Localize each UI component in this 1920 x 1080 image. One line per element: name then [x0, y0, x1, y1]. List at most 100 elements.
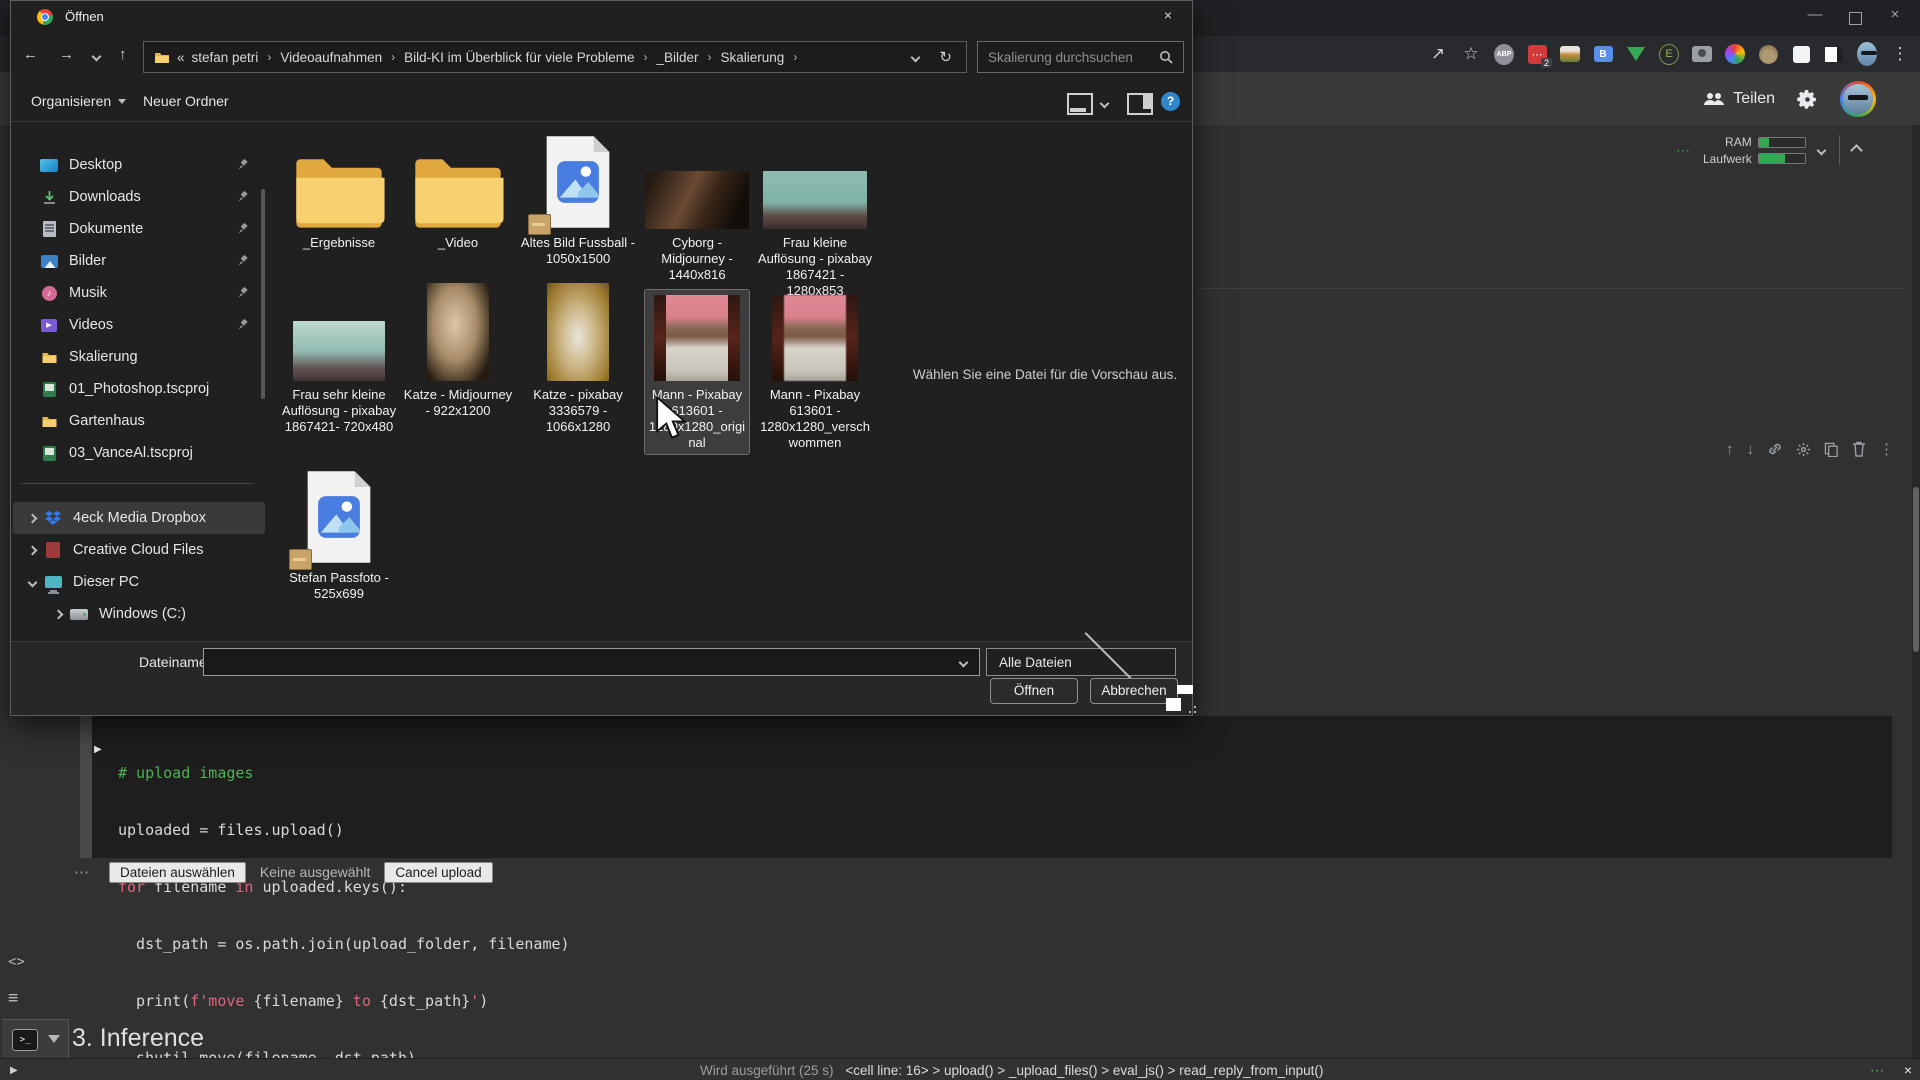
breadcrumb-segment[interactable]: Bild-KI im Überblick für viele Probleme: [404, 50, 634, 65]
page-scrollbar[interactable]: [1912, 125, 1920, 1058]
minimize-button[interactable]: —: [1800, 6, 1830, 23]
file-tile[interactable]: Frau sehr kleine Auflösung - pixabay 186…: [279, 289, 399, 435]
collapse-section-icon[interactable]: [48, 1034, 60, 1043]
resource-monitor[interactable]: ⋯ RAM Laufwerk: [1676, 128, 1906, 172]
settings-gear-icon[interactable]: [1797, 89, 1818, 110]
code-cell[interactable]: ▶ # upload images uploaded = files.uploa…: [80, 716, 1892, 1067]
file-tile[interactable]: _Video: [398, 133, 518, 251]
search-box[interactable]: Skalierung durchsuchen: [977, 41, 1184, 73]
e-extension-icon[interactable]: E: [1659, 43, 1679, 65]
address-bar[interactable]: « stefan petri › Videoaufnahmen › Bild-KI …: [143, 41, 967, 73]
collapse-header-icon[interactable]: [1849, 143, 1863, 157]
recent-locations-icon[interactable]: [91, 51, 102, 62]
filename-dropdown-icon[interactable]: [958, 657, 969, 667]
breadcrumb-segment[interactable]: Skalierung: [721, 50, 785, 65]
filename-input[interactable]: [203, 648, 980, 676]
mountain-extension-icon[interactable]: [1560, 44, 1580, 64]
share-button[interactable]: Teilen: [1704, 90, 1775, 108]
preview-pane-icon[interactable]: [1127, 93, 1153, 115]
file-tile[interactable]: _Ergebnisse: [279, 133, 399, 251]
sidebar-item-gartenhaus[interactable]: Gartenhaus: [13, 405, 265, 437]
choose-files-button[interactable]: Dateien auswählen: [109, 861, 246, 883]
file-tile[interactable]: Cyborg - Midjourney - 1440x816: [637, 133, 757, 283]
section-heading[interactable]: 3. Inference: [48, 1024, 204, 1053]
sidebar-item-creative-cloud[interactable]: Creative Cloud Files: [13, 534, 265, 566]
puzzle-extensions-icon[interactable]: [1791, 44, 1811, 64]
code-snippets-icon[interactable]: <>: [8, 954, 25, 970]
sidebar-item-downloads[interactable]: Downloads: [13, 181, 265, 213]
back-button[interactable]: ←: [23, 46, 38, 63]
cancel-button[interactable]: Abbrechen: [1090, 678, 1178, 704]
cell-settings-gear-icon[interactable]: [1796, 442, 1811, 457]
browser-menu-icon[interactable]: ⋮: [1890, 44, 1910, 64]
up-button[interactable]: ↑: [119, 46, 127, 63]
share-icon[interactable]: ↗: [1428, 44, 1448, 64]
link-icon[interactable]: [1767, 441, 1783, 457]
bookmark-star-icon[interactable]: ☆: [1461, 44, 1481, 64]
open-button[interactable]: Öffnen: [990, 678, 1078, 704]
copy-cell-icon[interactable]: [1824, 442, 1839, 457]
sidebar-item-this-pc[interactable]: Dieser PC: [13, 566, 265, 598]
cell-more-icon[interactable]: ⋮: [1879, 440, 1894, 458]
camera-extension-icon[interactable]: [1692, 44, 1712, 64]
dialog-titlebar[interactable]: Öffnen ×: [11, 1, 1192, 33]
expand-icon[interactable]: [27, 545, 37, 555]
sidebar-item-desktop[interactable]: Desktop: [13, 149, 265, 181]
resize-grip[interactable]: [1184, 702, 1196, 713]
breadcrumb-segment[interactable]: stefan petri: [192, 50, 259, 65]
address-dropdown-icon[interactable]: [910, 52, 921, 62]
color-wheel-extension-icon[interactable]: [1725, 44, 1745, 64]
red-extension-icon[interactable]: ⋯ 2: [1527, 44, 1552, 68]
sidebar-item-music[interactable]: ♪ Musik: [13, 277, 265, 309]
view-mode-icon[interactable]: [1067, 93, 1093, 115]
forward-button[interactable]: →: [59, 46, 74, 63]
sidebar-scrollbar[interactable]: [261, 189, 265, 399]
filetype-select[interactable]: Alle Dateien: [986, 628, 1176, 696]
help-icon[interactable]: ?: [1161, 92, 1180, 111]
execution-trace[interactable]: <cell line: 16> > upload() > _upload_fil…: [845, 1063, 1323, 1078]
sidebar-item-vanceai-project[interactable]: 03_VanceAl.tscproj: [13, 437, 265, 469]
command-palette-icon[interactable]: ≡: [8, 988, 18, 1008]
file-tile[interactable]: Frau kleine Auflösung - pixabay 1867421 …: [755, 133, 875, 299]
move-cell-up-icon[interactable]: ↑: [1726, 441, 1734, 458]
maximize-button[interactable]: [1849, 12, 1862, 25]
collapse-icon[interactable]: [27, 577, 37, 587]
file-tile[interactable]: Stefan Passfoto - 525x699: [279, 466, 399, 602]
status-close-icon[interactable]: ×: [1904, 1062, 1912, 1078]
sidebar-item-videos[interactable]: ▶ Videos: [13, 309, 265, 341]
breadcrumb-segment[interactable]: _Bilder: [656, 50, 698, 65]
dialog-close-button[interactable]: ×: [1154, 7, 1182, 27]
sidebar-item-documents[interactable]: Dokumente: [13, 213, 265, 245]
paw-extension-icon[interactable]: [1758, 44, 1778, 64]
file-tile[interactable]: Mann - Pixabay 613601 - 1280x1280_versch…: [755, 289, 875, 451]
delete-cell-trash-icon[interactable]: [1852, 441, 1866, 457]
dialog-nav-row: ← → ↑ « stefan petri › Videoaufnahmen › Bi…: [11, 37, 1192, 77]
download-arrow-extension-icon[interactable]: [1626, 44, 1646, 64]
expand-icon[interactable]: [27, 513, 37, 523]
file-tile[interactable]: Katze - pixabay 3336579 - 1066x1280: [518, 283, 638, 435]
adblock-extension-icon[interactable]: ABP: [1494, 43, 1514, 65]
cancel-upload-button[interactable]: Cancel upload: [384, 861, 493, 883]
expand-icon[interactable]: [53, 609, 63, 619]
profile-avatar[interactable]: [1857, 42, 1877, 66]
view-mode-dropdown-icon[interactable]: [1099, 98, 1110, 109]
sidebar-item-dropbox[interactable]: 4eck Media Dropbox: [13, 502, 265, 534]
file-tile[interactable]: Katze - Midjourney - 922x1200: [398, 283, 518, 419]
move-cell-down-icon[interactable]: ↓: [1747, 441, 1755, 458]
sidebar-item-photoshop-project[interactable]: 01_Photoshop.tscproj: [13, 373, 265, 405]
breadcrumb-segment[interactable]: Videoaufnahmen: [280, 50, 382, 65]
resources-dropdown-icon[interactable]: [1816, 145, 1827, 155]
scrollbar-thumb[interactable]: [1913, 487, 1919, 652]
file-tile[interactable]: Altes Bild Fussball - 1050x1500: [518, 133, 638, 267]
refresh-icon[interactable]: ↻: [939, 48, 952, 66]
close-button[interactable]: ×: [1880, 6, 1910, 23]
b-tag-extension-icon[interactable]: B: [1593, 44, 1613, 64]
split-screen-icon[interactable]: [1824, 44, 1844, 64]
sidebar-item-windows-c[interactable]: Windows (C:): [13, 598, 291, 630]
status-play-icon[interactable]: ▶: [10, 1065, 18, 1076]
new-folder-button[interactable]: Neuer Ordner: [143, 93, 229, 109]
sidebar-item-pictures[interactable]: Bilder: [13, 245, 265, 277]
sidebar-item-skalierung[interactable]: Skalierung: [13, 341, 265, 373]
account-avatar[interactable]: [1840, 81, 1876, 117]
organize-menu[interactable]: Organisieren: [31, 93, 127, 109]
